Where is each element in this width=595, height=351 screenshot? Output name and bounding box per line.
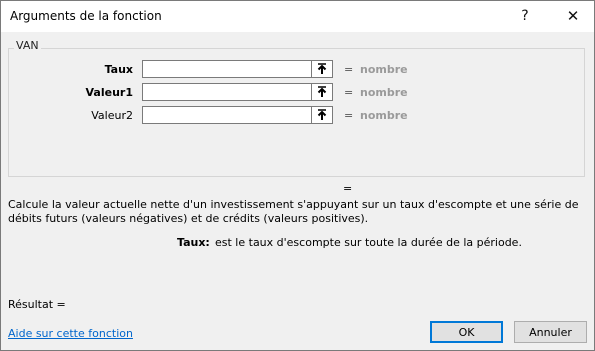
window-title: Arguments de la fonction — [10, 9, 162, 23]
arg-equals: = — [344, 63, 354, 76]
help-link[interactable]: Aide sur cette fonction — [8, 327, 133, 340]
arg-input-taux[interactable] — [142, 60, 333, 78]
arg-input-valeur2[interactable] — [142, 106, 333, 124]
function-description: Calcule la valeur actuelle nette d'un in… — [8, 198, 579, 225]
ok-button[interactable]: OK — [430, 321, 503, 343]
collapse-dialog-icon[interactable] — [311, 83, 333, 101]
title-bar: Arguments de la fonction ? ✕ — [1, 1, 594, 32]
function-result-equals: = — [343, 182, 353, 195]
arg-result-valeur2: nombre — [360, 109, 408, 122]
collapse-dialog-icon[interactable] — [311, 60, 333, 78]
arg-label-taux: Taux — [104, 63, 133, 76]
function-arguments-dialog: Arguments de la fonction ? ✕ VAN Taux = … — [0, 0, 595, 351]
arg-equals: = — [344, 86, 354, 99]
arrow-up-icon — [317, 86, 327, 97]
arrow-up-icon — [317, 63, 327, 74]
arg-equals: = — [344, 109, 354, 122]
argument-help-name: Taux: — [177, 236, 210, 249]
arg-result-taux: nombre — [360, 63, 408, 76]
arg-label-valeur1: Valeur1 — [85, 86, 133, 99]
result-label: Résultat = — [8, 298, 66, 311]
arg-result-valeur1: nombre — [360, 86, 408, 99]
cancel-button[interactable]: Annuler — [514, 321, 587, 343]
help-icon[interactable]: ? — [513, 4, 537, 28]
close-icon[interactable]: ✕ — [561, 4, 585, 28]
arrow-up-icon — [317, 109, 327, 120]
collapse-dialog-icon[interactable] — [311, 106, 333, 124]
arg-label-valeur2: Valeur2 — [91, 109, 133, 122]
function-name-label: VAN — [14, 39, 41, 52]
argument-help-text: est le taux d'escompte sur toute la duré… — [215, 236, 522, 249]
arg-input-valeur1[interactable] — [142, 83, 333, 101]
